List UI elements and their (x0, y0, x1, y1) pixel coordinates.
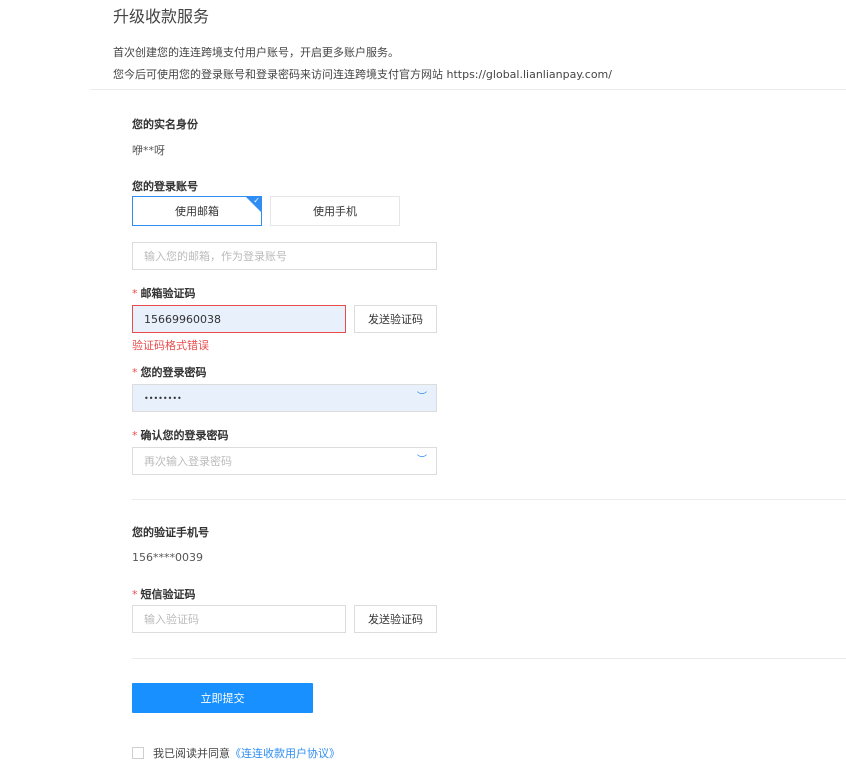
agreement-text: 我已阅读并同意《连连收款用户协议》 (153, 745, 340, 760)
email-code-label-text: 邮箱验证码 (140, 287, 196, 300)
section-divider (132, 499, 846, 500)
agreement-prefix: 我已阅读并同意 (153, 747, 230, 760)
email-code-input[interactable]: 15669960038 (132, 305, 346, 333)
email-code-value: 15669960038 (144, 312, 221, 326)
intro-line-2: 您今后可使用您的登录账号和登录密码来访问连连跨境支付官方网站 https://g… (113, 68, 612, 81)
login-account-label: 您的登录账号 (132, 180, 198, 193)
section-divider (132, 658, 846, 659)
tab-phone[interactable]: 使用手机 (270, 196, 400, 226)
sms-code-input[interactable]: 输入验证码 (132, 605, 346, 633)
tab-email[interactable]: 使用邮箱 ✓ (132, 196, 262, 226)
email-code-error: 验证码格式错误 (132, 339, 209, 352)
identity-value: 咿**呀 (132, 144, 165, 157)
email-input-placeholder: 输入您的邮箱，作为登录账号 (144, 250, 287, 263)
check-icon: ✓ (253, 196, 260, 205)
required-mark: * (132, 429, 138, 442)
sms-code-label-text: 短信验证码 (140, 588, 196, 601)
phone-label: 您的验证手机号 (132, 526, 209, 539)
send-sms-code-button[interactable]: 发送验证码 (354, 605, 437, 633)
submit-button[interactable]: 立即提交 (132, 683, 313, 713)
intro-line-1: 首次创建您的连连跨境支付用户账号，开启更多账户服务。 (113, 46, 399, 59)
password-label: * 您的登录密码 (132, 364, 207, 380)
confirm-password-input[interactable]: 再次输入登录密码 ︶ (132, 447, 437, 475)
required-mark: * (132, 366, 138, 379)
send-email-code-button[interactable]: 发送验证码 (354, 305, 437, 333)
agreement-checkbox[interactable] (132, 747, 144, 759)
required-mark: * (132, 287, 138, 300)
tab-email-label: 使用邮箱 (175, 205, 219, 218)
confirm-password-placeholder: 再次输入登录密码 (144, 455, 232, 468)
email-input[interactable]: 输入您的邮箱，作为登录账号 (132, 242, 437, 270)
identity-label: 您的实名身份 (132, 118, 198, 131)
password-label-text: 您的登录密码 (140, 366, 207, 379)
phone-value: 156****0039 (132, 551, 203, 564)
email-code-label: * 邮箱验证码 (132, 285, 196, 301)
confirm-password-label-text: 确认您的登录密码 (140, 429, 229, 442)
page-title: 升级收款服务 (113, 7, 210, 26)
password-input[interactable]: •••••••• ︶ (132, 384, 437, 412)
sms-code-placeholder: 输入验证码 (144, 613, 199, 626)
eye-closed-icon[interactable]: ︶ (417, 456, 427, 466)
agreement-link[interactable]: 《连连收款用户协议》 (230, 747, 340, 760)
eye-closed-icon[interactable]: ︶ (417, 393, 427, 403)
confirm-password-label: * 确认您的登录密码 (132, 427, 229, 443)
tab-phone-label: 使用手机 (313, 205, 357, 218)
required-mark: * (132, 588, 138, 601)
password-value: •••••••• (144, 393, 182, 403)
sms-code-label: * 短信验证码 (132, 586, 196, 602)
header-divider (90, 89, 846, 90)
